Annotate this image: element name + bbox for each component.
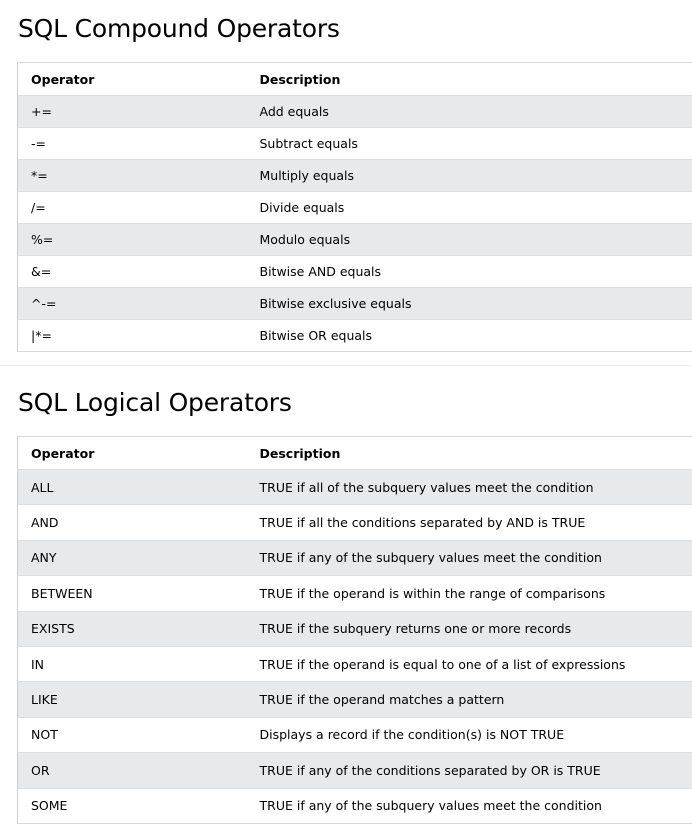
operator-cell: *= (17, 159, 247, 192)
table-header-row: Operator Description (17, 62, 692, 96)
operator-cell: -= (17, 127, 247, 160)
description-cell: TRUE if the operand matches a pattern (246, 681, 692, 718)
operator-cell: LIKE (17, 681, 247, 718)
description-cell: TRUE if the operand is equal to one of a… (246, 645, 692, 682)
operator-cell: SOME (17, 787, 247, 824)
operator-cell: IN (17, 645, 247, 682)
description-column-header: Description (246, 436, 692, 470)
operator-column-header: Operator (17, 62, 247, 96)
table-row: /= Divide equals (17, 191, 692, 224)
operator-cell: |*= (17, 319, 247, 352)
table-row: LIKE TRUE if the operand matches a patte… (17, 681, 692, 718)
operator-cell: &= (17, 255, 247, 288)
page: SQL Compound Operators Operator Descript… (0, 0, 692, 834)
logical-operators-heading: SQL Logical Operators (18, 388, 292, 417)
description-cell: TRUE if any of the subquery values meet … (246, 787, 692, 824)
table-row: -= Subtract equals (17, 127, 692, 160)
description-cell: TRUE if all of the subquery values meet … (246, 468, 692, 505)
operator-cell: BETWEEN (17, 575, 247, 612)
operator-cell: EXISTS (17, 610, 247, 647)
description-cell: Add equals (246, 95, 692, 128)
table-row: IN TRUE if the operand is equal to one o… (17, 645, 692, 682)
operator-cell: ^-= (17, 287, 247, 320)
table-row: += Add equals (17, 95, 692, 128)
description-cell: Multiply equals (246, 159, 692, 192)
table-header-row: Operator Description (17, 436, 692, 470)
description-cell: Subtract equals (246, 127, 692, 160)
description-cell: Bitwise OR equals (246, 319, 692, 352)
operator-cell: ALL (17, 468, 247, 505)
table-row: NOT Displays a record if the condition(s… (17, 716, 692, 753)
operator-cell: /= (17, 191, 247, 224)
compound-operators-table: Operator Description += Add equals -= Su… (17, 62, 692, 352)
description-cell: TRUE if any of the conditions separated … (246, 752, 692, 789)
description-cell: Divide equals (246, 191, 692, 224)
table-row: |*= Bitwise OR equals (17, 319, 692, 352)
description-cell: Displays a record if the condition(s) is… (246, 716, 692, 753)
table-row: &= Bitwise AND equals (17, 255, 692, 288)
operator-cell: NOT (17, 716, 247, 753)
table-row: ANY TRUE if any of the subquery values m… (17, 539, 692, 576)
description-cell: Modulo equals (246, 223, 692, 256)
operator-column-header: Operator (17, 436, 247, 470)
operator-cell: AND (17, 504, 247, 541)
table-row: EXISTS TRUE if the subquery returns one … (17, 610, 692, 647)
table-row: *= Multiply equals (17, 159, 692, 192)
table-row: BETWEEN TRUE if the operand is within th… (17, 575, 692, 612)
operator-cell: OR (17, 752, 247, 789)
description-cell: TRUE if the subquery returns one or more… (246, 610, 692, 647)
section-divider (0, 365, 692, 366)
description-cell: Bitwise exclusive equals (246, 287, 692, 320)
description-cell: Bitwise AND equals (246, 255, 692, 288)
operator-cell: += (17, 95, 247, 128)
table-row: ALL TRUE if all of the subquery values m… (17, 468, 692, 505)
logical-operators-table: Operator Description ALL TRUE if all of … (17, 436, 692, 824)
operator-cell: %= (17, 223, 247, 256)
operator-cell: ANY (17, 539, 247, 576)
table-row: OR TRUE if any of the conditions separat… (17, 752, 692, 789)
description-column-header: Description (246, 62, 692, 96)
table-row: SOME TRUE if any of the subquery values … (17, 787, 692, 824)
table-row: ^-= Bitwise exclusive equals (17, 287, 692, 320)
description-cell: TRUE if the operand is within the range … (246, 575, 692, 612)
compound-operators-heading: SQL Compound Operators (18, 14, 340, 43)
description-cell: TRUE if any of the subquery values meet … (246, 539, 692, 576)
description-cell: TRUE if all the conditions separated by … (246, 504, 692, 541)
table-row: AND TRUE if all the conditions separated… (17, 504, 692, 541)
table-row: %= Modulo equals (17, 223, 692, 256)
